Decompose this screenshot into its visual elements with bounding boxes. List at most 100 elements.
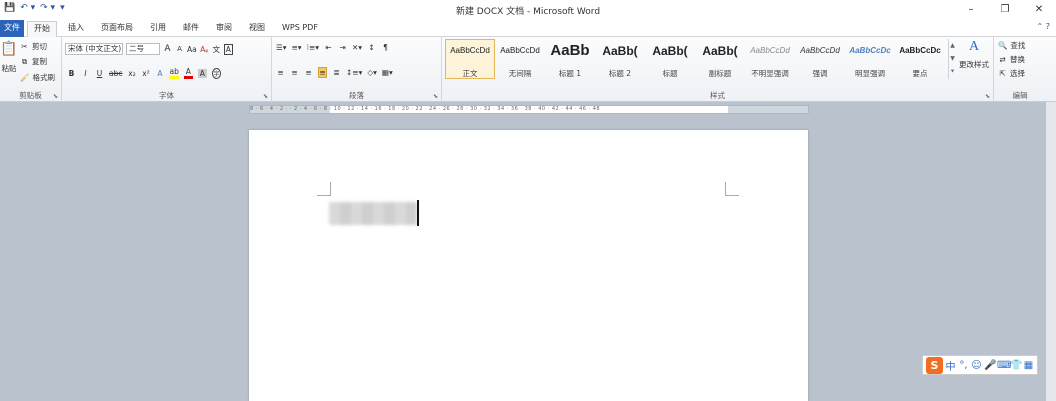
char-border-icon[interactable]: A — [223, 43, 233, 55]
sort-icon[interactable]: ↕ — [367, 43, 376, 52]
close-button[interactable]: ✕ — [1022, 0, 1056, 19]
char-shading-icon[interactable]: A — [197, 68, 207, 78]
italic-icon[interactable]: I — [81, 69, 90, 78]
ime-voice-icon[interactable]: 🎤 — [984, 360, 996, 371]
phonetic-guide-icon[interactable]: 文 — [212, 44, 221, 55]
style-item[interactable]: AaBbCcDc 明显强调 — [845, 39, 895, 79]
paste-icon: 📋 — [0, 41, 18, 57]
minimize-button[interactable]: – — [954, 0, 988, 19]
format-painter-label: 格式刷 — [32, 73, 56, 82]
ime-emoji-icon[interactable]: ☺ — [971, 360, 982, 371]
tab-mailings[interactable]: 邮件 — [177, 21, 205, 37]
change-styles-button[interactable]: A 更改样式 — [956, 39, 992, 70]
title-bar: 💾 ↶ ▾ ↷ ▾ ▾ 新建 DOCX 文档 - Microsoft Word … — [0, 0, 1056, 19]
line-spacing-icon[interactable]: ↕≡▾ — [346, 68, 362, 77]
align-center-icon[interactable]: ≡ — [290, 68, 299, 77]
binoculars-icon: 🔍 — [998, 41, 1008, 50]
borders-icon[interactable]: ▦▾ — [382, 68, 393, 77]
style-name: 明显强调 — [855, 69, 885, 78]
document-page[interactable] — [249, 130, 808, 401]
tab-review[interactable]: 审阅 — [210, 21, 238, 37]
paragraph-launcher-icon[interactable]: ⬊ — [433, 93, 438, 100]
bullets-icon[interactable]: ☰▾ — [276, 43, 287, 52]
style-item[interactable]: AaBbCcDd 不明显强调 — [745, 39, 795, 79]
styles-launcher-icon[interactable]: ⬊ — [985, 93, 990, 100]
grow-font-icon[interactable]: A — [163, 44, 172, 54]
shading-icon[interactable]: ◇▾ — [367, 68, 377, 77]
replace-button[interactable]: ⇄ 替换 — [998, 54, 1025, 65]
style-item[interactable]: AaBb 标题 1 — [545, 39, 595, 79]
tab-home[interactable]: 开始 — [27, 21, 57, 38]
font-color-icon[interactable]: A — [183, 67, 193, 79]
style-item[interactable]: AaBb(副标题 — [695, 39, 745, 79]
paste-button[interactable]: 📋 粘贴 — [0, 41, 18, 74]
justify-icon[interactable]: ≡ — [318, 67, 327, 78]
show-marks-icon[interactable]: ¶ — [381, 43, 390, 52]
clipboard-launcher-icon[interactable]: ⬊ — [53, 93, 58, 100]
style-item[interactable]: AaBbCcDd 强调 — [795, 39, 845, 79]
restore-button[interactable]: ❐ — [988, 0, 1022, 19]
tab-view[interactable]: 视图 — [243, 21, 271, 37]
tab-page-layout[interactable]: 页面布局 — [95, 21, 139, 37]
text-effects-icon[interactable]: A — [155, 69, 164, 78]
replace-icon: ⇄ — [999, 55, 1006, 64]
tab-references[interactable]: 引用 — [144, 21, 172, 37]
horizontal-ruler[interactable]: 8 · 6 · 4 · 2 · · 2 · 4 · 6 · 8 · 10 · 1… — [249, 105, 809, 114]
chinese-layout-icon[interactable]: ✕▾ — [352, 43, 362, 52]
shrink-font-icon[interactable]: A — [175, 45, 184, 53]
style-name: 标题 — [662, 69, 678, 78]
copy-button[interactable]: ⧉ 复制 — [20, 56, 47, 67]
style-sample: AaBbCcDd — [500, 46, 540, 55]
ime-skin-icon[interactable]: 👕 — [1010, 360, 1022, 371]
select-button[interactable]: ⇱ 选择 — [998, 68, 1025, 79]
highlight-icon[interactable]: ab — [169, 67, 179, 79]
tab-file[interactable]: 文件 — [0, 20, 24, 37]
ime-keyboard-icon[interactable]: ⌨ — [997, 360, 1011, 371]
distributed-icon[interactable]: ≣ — [332, 68, 341, 77]
styles-gallery-scroll[interactable]: ▲ ▼ ⯆ — [948, 39, 956, 79]
ribbon-help-icons[interactable]: ⌃ ? — [1037, 22, 1051, 31]
ime-punctuation-icon[interactable]: °, — [958, 360, 969, 371]
superscript-icon[interactable]: x² — [141, 69, 150, 78]
clipboard-group: 📋 粘贴 ✂ 剪切 ⧉ 复制 🖌 格式刷 剪贴板 ⬊ — [0, 37, 62, 102]
underline-icon[interactable]: U — [95, 69, 104, 78]
paragraph-group: ☰▾ ≡▾ ⁝≡▾ ⇤ ⇥ ✕▾ ↕ ¶ ≡ ≡ ≡ ≡ ≣ ↕≡▾ ◇▾ ▦▾… — [272, 37, 442, 102]
cursor-icon: ⇱ — [999, 69, 1006, 78]
clear-format-icon[interactable]: Aᵩ — [200, 45, 209, 54]
increase-indent-icon[interactable]: ⇥ — [338, 43, 347, 52]
font-launcher-icon[interactable]: ⬊ — [263, 93, 268, 100]
change-case-icon[interactable]: Aa — [187, 45, 197, 54]
strikethrough-icon[interactable]: abc — [109, 69, 122, 78]
style-sample: AaBbCcDd — [750, 46, 790, 55]
tab-insert[interactable]: 插入 — [62, 21, 90, 37]
style-item[interactable]: AaBbCcDd 正文 — [445, 39, 495, 79]
font-family-select[interactable]: 宋体 (中文正文) — [65, 43, 123, 55]
find-button[interactable]: 🔍 查找 — [998, 40, 1025, 51]
ime-mode-toggle[interactable]: 中 — [945, 358, 956, 373]
align-left-icon[interactable]: ≡ — [276, 68, 285, 77]
copy-label: 复制 — [32, 57, 47, 66]
vertical-scrollbar[interactable] — [1046, 102, 1056, 401]
font-size-select[interactable]: 二号 — [126, 43, 160, 55]
numbering-icon[interactable]: ≡▾ — [292, 43, 302, 52]
clipboard-group-label: 剪贴板 — [19, 91, 42, 100]
sogou-logo-icon[interactable]: S — [926, 356, 943, 374]
bold-icon[interactable]: B — [67, 69, 76, 78]
enclose-char-icon[interactable]: 字 — [211, 67, 221, 79]
align-right-icon[interactable]: ≡ — [304, 68, 313, 77]
styles-gallery: AaBbCcDd 正文 AaBbCcDd 无间隔 AaBb 标题 1 AaBb(标题 2 Aa… — [445, 39, 945, 79]
style-item[interactable]: AaBb(标题 — [645, 39, 695, 79]
ime-tools-icon[interactable]: ▦ — [1023, 360, 1034, 371]
subscript-icon[interactable]: x₂ — [127, 69, 136, 78]
replace-label: 替换 — [1010, 55, 1025, 64]
editing-group-label: 编辑 — [1012, 91, 1028, 100]
cut-button[interactable]: ✂ 剪切 — [20, 41, 47, 52]
tab-wps-pdf[interactable]: WPS PDF — [276, 21, 324, 37]
decrease-indent-icon[interactable]: ⇤ — [324, 43, 333, 52]
style-item[interactable]: AaBbCcDc 要点 — [895, 39, 945, 79]
style-item[interactable]: AaBbCcDd 无间隔 — [495, 39, 545, 79]
multilevel-list-icon[interactable]: ⁝≡▾ — [307, 43, 319, 52]
style-item[interactable]: AaBb(标题 2 — [595, 39, 645, 79]
format-painter-button[interactable]: 🖌 格式刷 — [20, 72, 55, 83]
blurred-document-text — [329, 202, 417, 225]
